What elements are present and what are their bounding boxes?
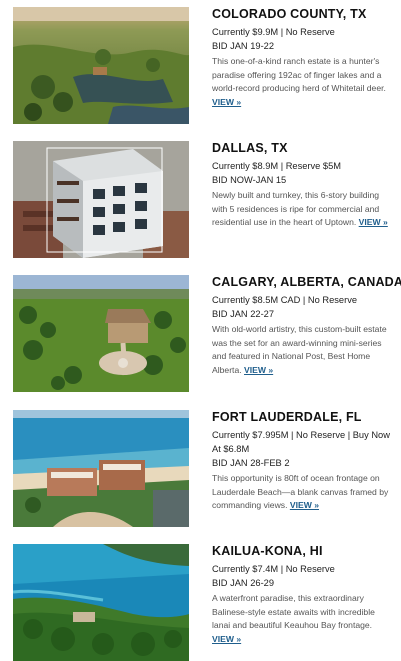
listing-info: CALGARY, ALBERTA, CANADA Currently $8.5M…	[212, 275, 401, 377]
listing-info: DALLAS, TX Currently $8.9M | Reserve $5M…	[212, 141, 394, 230]
listing-description: This opportunity is 80ft of ocean fronta…	[212, 472, 394, 513]
listing-info: FORT LAUDERDALE, FL Currently $7.995M | …	[212, 410, 394, 513]
listing-bid-dates: BID NOW-JAN 15	[212, 175, 287, 185]
listing-price: Currently $9.9M | No Reserve	[212, 27, 335, 37]
view-link[interactable]: VIEW »	[244, 365, 273, 375]
view-link[interactable]: VIEW »	[359, 217, 388, 227]
listing-price: Currently $8.5M CAD | No Reserve	[212, 295, 358, 305]
listing-location: KAILUA-KONA, HI	[212, 544, 323, 558]
listing-description: Newly built and turnkey, this 6-story bu…	[212, 189, 394, 230]
listing-price: Currently $8.9M | Reserve $5M	[212, 161, 342, 171]
listing-description: This one-of-a-kind ranch estate is a hun…	[212, 55, 394, 109]
view-link[interactable]: VIEW »	[212, 97, 241, 107]
estate-aerial-image	[13, 275, 189, 392]
description-text: This one-of-a-kind ranch estate is a hun…	[212, 56, 386, 94]
bay-aerial-photo[interactable]	[13, 544, 189, 661]
bay-aerial-image	[13, 544, 189, 661]
listing-bid-dates: BID JAN 26-29	[212, 578, 275, 588]
view-link[interactable]: VIEW »	[290, 500, 319, 510]
view-link[interactable]: VIEW »	[212, 634, 241, 644]
listing-info: KAILUA-KONA, HI Currently $7.4M | No Res…	[212, 544, 394, 646]
listing-location: DALLAS, TX	[212, 141, 288, 155]
beach-aerial-image	[13, 410, 189, 527]
listing-bid-dates: BID JAN 22-27	[212, 309, 275, 319]
listing-description: With old-world artistry, this custom-bui…	[212, 323, 394, 377]
listing-location: COLORADO COUNTY, TX	[212, 7, 367, 21]
listing-description: A waterfront paradise, this extraordinar…	[212, 592, 394, 646]
listing-info: COLORADO COUNTY, TX Currently $9.9M | No…	[212, 7, 394, 109]
ranch-aerial-image	[13, 7, 189, 124]
description-text: With old-world artistry, this custom-bui…	[212, 324, 387, 375]
beach-aerial-photo[interactable]	[13, 410, 189, 527]
estate-aerial-photo[interactable]	[13, 275, 189, 392]
building-aerial-photo[interactable]	[13, 141, 189, 258]
listing-bid-dates: BID JAN 28-FEB 2	[212, 458, 290, 468]
building-aerial-image	[13, 141, 189, 258]
listing-price: Currently $7.4M | No Reserve	[212, 564, 335, 574]
description-text: Newly built and turnkey, this 6-story bu…	[212, 190, 380, 228]
listing-location: FORT LAUDERDALE, FL	[212, 410, 362, 424]
listing-location: CALGARY, ALBERTA, CANADA	[212, 275, 401, 289]
listing-price: Currently $7.995M | No Reserve | Buy Now…	[212, 430, 390, 454]
ranch-aerial-photo[interactable]	[13, 7, 189, 124]
description-text: A waterfront paradise, this extraordinar…	[212, 593, 375, 631]
listing-bid-dates: BID JAN 19-22	[212, 41, 275, 51]
